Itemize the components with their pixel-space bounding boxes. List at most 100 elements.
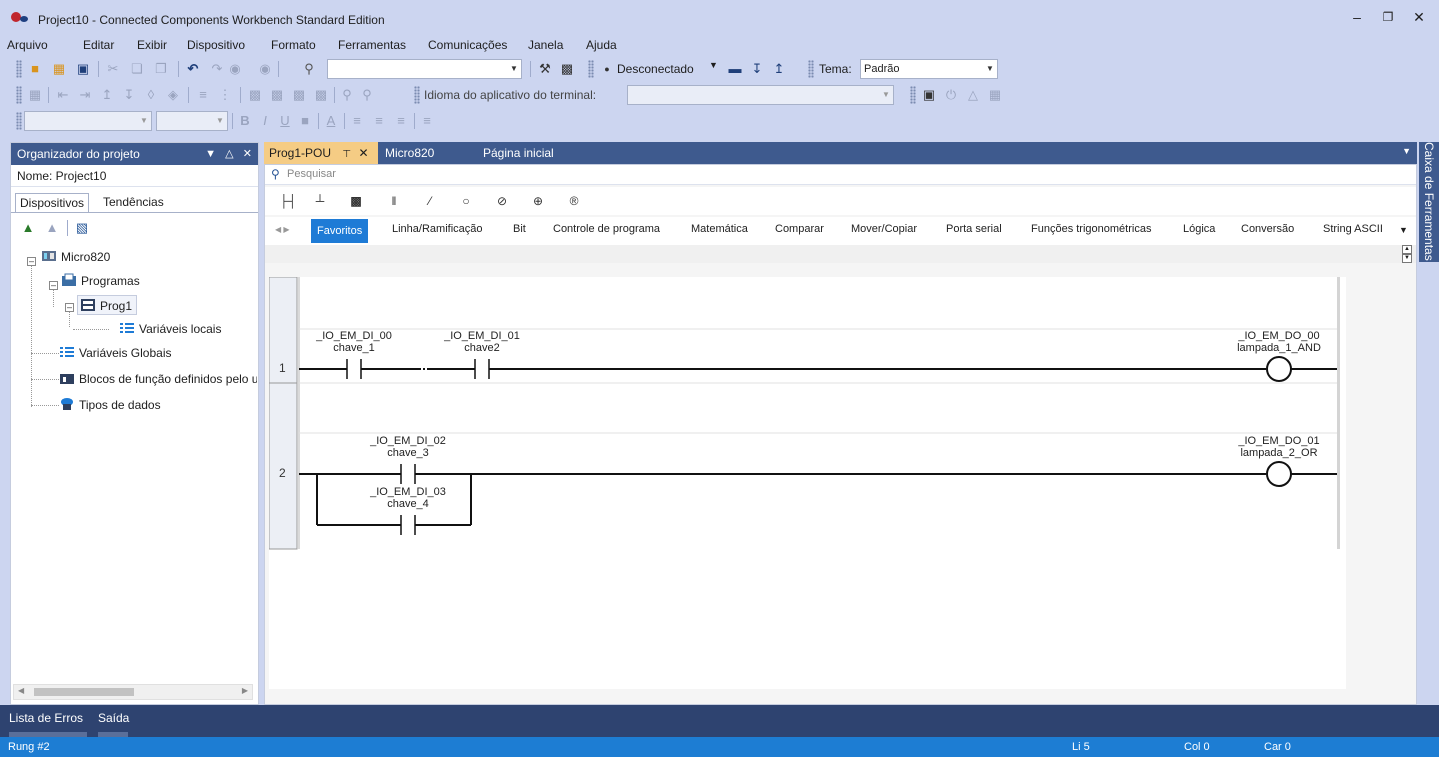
chevron-down-icon[interactable]: ▼	[1399, 225, 1408, 235]
warning-icon[interactable]: △	[964, 86, 982, 104]
category-string-ascii[interactable]: String ASCII	[1323, 223, 1383, 235]
collapse-toggle[interactable]: –	[49, 281, 58, 290]
tree-item-local-variables[interactable]: Variáveis locais	[119, 319, 221, 339]
menu-ferramentas[interactable]: Ferramentas	[338, 38, 406, 52]
direct-contact-icon[interactable]: ‖	[383, 192, 405, 210]
close-button[interactable]: ✕	[1404, 6, 1434, 28]
collapse-toggle[interactable]: –	[27, 257, 36, 266]
size-icon[interactable]: ▩	[246, 86, 264, 104]
spacing-icon[interactable]: ≡	[194, 86, 212, 104]
category-funcoes-trigonometricas[interactable]: Funções trigonométricas	[1031, 223, 1151, 235]
build-icon[interactable]: ⚒	[536, 60, 554, 78]
distribute-icon[interactable]: ◈	[164, 86, 182, 104]
category-logica[interactable]: Lógica	[1183, 223, 1215, 235]
upload-arrow-icon[interactable]: ↥	[770, 60, 788, 78]
download-arrow-icon[interactable]: ↧	[748, 60, 766, 78]
menu-dispositivo[interactable]: Dispositivo	[187, 38, 245, 52]
minimize-button[interactable]: –	[1342, 6, 1372, 28]
tree-item-global-variables[interactable]: Variáveis Globais	[59, 343, 171, 363]
direct-coil-icon[interactable]: ○	[455, 192, 477, 210]
menu-arquivo[interactable]: Arquivo	[7, 38, 48, 52]
bold-button[interactable]: B	[236, 112, 254, 130]
font-size-select[interactable]: ▼	[156, 111, 228, 131]
pin-icon[interactable]: ⊤	[342, 149, 351, 160]
scrollbar-thumb[interactable]	[34, 688, 134, 696]
menu-exibir[interactable]: Exibir	[137, 38, 167, 52]
toolbox-side-tab[interactable]: Caixa de Ferramentas	[1419, 142, 1439, 262]
scroll-right-icon[interactable]: ▶	[242, 686, 248, 695]
category-conversao[interactable]: Conversão	[1241, 223, 1294, 235]
scroll-left-icon[interactable]: ◀	[18, 686, 24, 695]
category-porta-serial[interactable]: Porta serial	[946, 223, 1002, 235]
collapse-toggle[interactable]: –	[65, 303, 74, 312]
tab-pagina-inicial[interactable]: Página inicial	[478, 142, 559, 164]
tree-item-micro820[interactable]: Micro820	[41, 247, 110, 267]
theme-select[interactable]: Padrão ▼	[860, 59, 998, 79]
font-color-button[interactable]: A	[322, 112, 340, 130]
category-controle-programa[interactable]: Controle de programa	[553, 223, 660, 235]
chevron-down-icon[interactable]: ▼	[709, 60, 718, 70]
coil-symbol[interactable]	[1266, 356, 1292, 382]
tab-error-list[interactable]: Lista de Erros	[9, 711, 83, 725]
coil-symbol[interactable]	[1266, 461, 1292, 487]
chevron-down-icon[interactable]: ▼	[983, 60, 997, 78]
align-left-icon[interactable]: ⇤	[54, 86, 72, 104]
tab-prog1-pou[interactable]: Prog1-POU ⊤ ✕	[264, 142, 378, 164]
restore-button[interactable]: ❐	[1373, 6, 1403, 28]
copy-icon[interactable]: ❏	[128, 60, 146, 78]
tab-tendencias[interactable]: Tendências	[99, 193, 168, 213]
horizontal-scrollbar[interactable]: ◀ ▶	[13, 684, 253, 700]
menu-janela[interactable]: Janela	[528, 38, 563, 52]
power-icon[interactable]: ⏻	[942, 86, 960, 104]
rung-icon[interactable]: ├┤	[277, 192, 299, 210]
chevron-down-icon[interactable]: ▼	[137, 112, 151, 130]
align-center-text-icon[interactable]: ≡	[370, 112, 388, 130]
undo-icon[interactable]: ↶	[184, 60, 202, 78]
category-linha-ramificacao[interactable]: Linha/Ramificação	[392, 223, 483, 235]
scroll-up-icon[interactable]: ▲	[1402, 245, 1412, 254]
toolbar-grip[interactable]	[16, 86, 22, 104]
reverse-contact-icon[interactable]: ⁄	[419, 192, 441, 210]
reset-coil-icon[interactable]: ®	[563, 192, 585, 210]
toolbar-grip[interactable]	[16, 60, 22, 78]
tab-output[interactable]: Saída	[98, 711, 129, 725]
align-bottom-icon[interactable]: ↧	[120, 86, 138, 104]
tab-micro820[interactable]: Micro820	[380, 142, 439, 164]
align-right-icon[interactable]: ⇥	[76, 86, 94, 104]
find-icon[interactable]: ⚲	[300, 60, 318, 78]
align-right-text-icon[interactable]: ≡	[392, 112, 410, 130]
close-icon[interactable]: ✕	[358, 146, 368, 160]
category-bit[interactable]: Bit	[513, 223, 526, 235]
close-icon[interactable]: ✕	[243, 148, 252, 160]
branch-icon[interactable]: ┴	[309, 192, 331, 210]
font-family-select[interactable]: ▼	[24, 111, 152, 131]
scroll-down-icon[interactable]: ▼	[1402, 254, 1412, 263]
chevron-down-icon[interactable]: ▼	[205, 148, 216, 160]
menu-formato[interactable]: Formato	[271, 38, 316, 52]
size-icon[interactable]: ▩	[312, 86, 330, 104]
pin-icon[interactable]: △	[225, 148, 233, 160]
search-combo[interactable]: ▼	[327, 59, 522, 79]
scroll-left-icon[interactable]: ◀ ▶	[275, 225, 290, 234]
paste-icon[interactable]: ❐	[152, 60, 170, 78]
size-icon[interactable]: ▩	[290, 86, 308, 104]
tab-dispositivos[interactable]: Dispositivos	[15, 193, 90, 213]
ladder-diagram[interactable]: 1 _IO_EM_DI_00 chave_1 _IO_EM_DI_01 chav…	[269, 277, 1346, 689]
chevron-down-icon[interactable]: ▼	[1402, 146, 1411, 156]
tree-item-user-function-blocks[interactable]: Blocos de função definidos pelo usuário	[59, 369, 257, 389]
align-top-icon[interactable]: ↥	[98, 86, 116, 104]
search-input[interactable]: Pesquisar	[287, 168, 336, 180]
save-icon[interactable]: ▣	[74, 60, 92, 78]
zoom-out-icon[interactable]: ⚲	[358, 86, 376, 104]
category-mover-copiar[interactable]: Mover/Copiar	[851, 223, 917, 235]
fill-color-icon[interactable]: ■	[296, 112, 314, 130]
navigate-forward-icon[interactable]: ◉	[256, 60, 274, 78]
stack-icon[interactable]: ⋮	[216, 86, 234, 104]
italic-button[interactable]: I	[256, 112, 274, 130]
grid-icon[interactable]: ▦	[26, 86, 44, 104]
align-left-text-icon[interactable]: ≡	[348, 112, 366, 130]
toolbar-grip[interactable]	[910, 86, 916, 104]
menu-editar[interactable]: Editar	[83, 38, 114, 52]
open-project-icon[interactable]: ▦	[50, 60, 68, 78]
cut-icon[interactable]: ✂	[104, 60, 122, 78]
